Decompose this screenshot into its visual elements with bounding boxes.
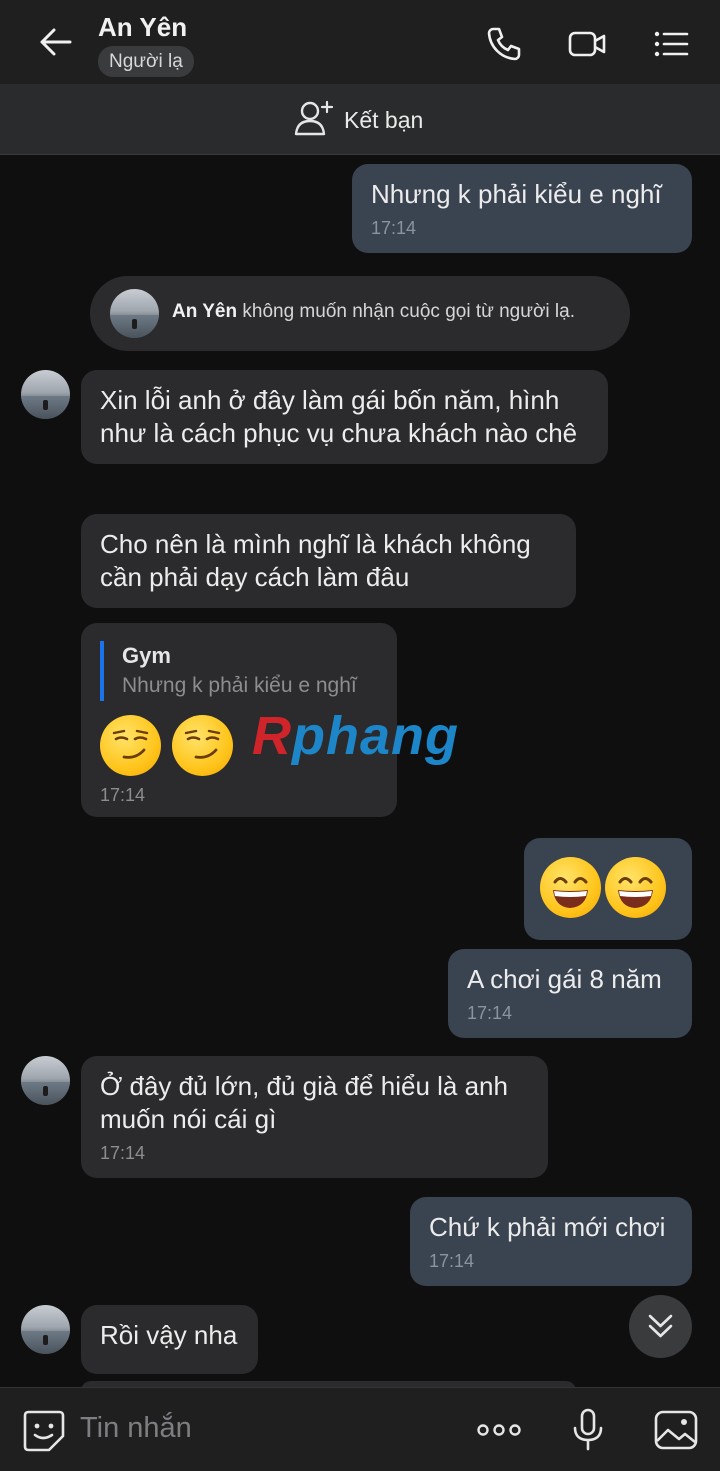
stranger-badge: Người lạ [98, 46, 194, 77]
message-bubble-incoming[interactable]: Cho nên là mình nghĩ là khách không cần … [81, 514, 576, 608]
message-composer: Tin nhắn [0, 1387, 720, 1471]
back-arrow-icon[interactable] [36, 24, 76, 60]
message-bubble-outgoing[interactable]: A chơi gái 8 năm 17:14 [448, 949, 692, 1038]
system-notice: An Yên không muốn nhận cuộc gọi từ người… [90, 276, 630, 351]
phone-icon[interactable] [484, 24, 524, 64]
quoted-message[interactable]: Gym Nhưng k phải kiểu e nghĩ [100, 641, 378, 701]
message-text: Cho nên là mình nghĩ là khách không cần … [100, 529, 531, 592]
message-time: 17:14 [429, 1251, 475, 1271]
message-text: Ở đây đủ lớn, đủ già để hiểu là anh muốn… [100, 1071, 508, 1134]
smirk-emoji-icon [100, 715, 161, 776]
message-bubble-incoming[interactable]: Xin lỗi anh ở đây làm gái bốn năm, hình … [81, 370, 608, 464]
image-gallery-icon[interactable] [653, 1408, 699, 1452]
video-icon[interactable] [567, 24, 607, 64]
message-time: 17:14 [100, 1143, 146, 1163]
message-time: 17:14 [100, 785, 146, 805]
quoted-sender: Gym [122, 643, 171, 668]
message-text: A chơi gái 8 năm [467, 964, 662, 994]
avatar[interactable] [21, 1305, 70, 1354]
contact-name[interactable]: An Yên [98, 12, 187, 43]
message-bubble-incoming[interactable]: Ở đây đủ lớn, đủ già để hiểu là anh muốn… [81, 1056, 548, 1178]
double-chevron-down-icon [648, 1314, 673, 1338]
watermark-logo: Rphang [252, 706, 459, 766]
message-bubble-outgoing[interactable]: Chứ k phải mới chơi 17:14 [410, 1197, 692, 1286]
message-text: Xin lỗi anh ở đây làm gái bốn năm, hình … [100, 385, 578, 448]
avatar[interactable] [110, 289, 159, 338]
microphone-icon[interactable] [565, 1408, 611, 1452]
message-bubble-outgoing-emoji[interactable] [524, 838, 692, 940]
chat-header: An Yên Người lạ [0, 0, 720, 84]
system-notice-name: An Yên [172, 301, 238, 322]
message-time: 17:14 [371, 218, 417, 238]
avatar[interactable] [21, 370, 70, 419]
grin-emoji-icon [540, 857, 601, 918]
message-text: Rồi vậy nha [100, 1320, 238, 1350]
message-bubble-outgoing[interactable]: Nhưng k phải kiểu e nghĩ 17:14 [352, 164, 692, 253]
add-friend-bar[interactable]: Kết bạn [0, 84, 720, 155]
message-bubble-incoming[interactable]: Rồi vậy nha [81, 1305, 258, 1374]
message-input[interactable]: Tin nhắn [80, 1412, 192, 1445]
more-options-icon[interactable] [476, 1408, 522, 1452]
menu-list-icon[interactable] [651, 24, 691, 64]
system-notice-text: An Yên không muốn nhận cuộc gọi từ người… [172, 301, 575, 322]
scroll-to-bottom-button[interactable] [629, 1295, 692, 1358]
chat-screen: An Yên Người lạ Kết bạn Nhưng k phải kiể… [0, 0, 720, 1471]
message-text: Nhưng k phải kiểu e nghĩ [371, 179, 662, 209]
message-time: 17:14 [467, 1003, 513, 1023]
add-friend-label: Kết bạn [344, 107, 424, 133]
smirk-emoji-icon [172, 715, 234, 776]
avatar[interactable] [21, 1056, 70, 1105]
message-text: Chứ k phải mới chơi [429, 1212, 666, 1242]
grin-emoji-icon [605, 857, 666, 918]
sticker-emoji-icon[interactable] [21, 1408, 67, 1452]
quoted-text: Nhưng k phải kiểu e nghĩ [122, 674, 357, 697]
add-user-icon [294, 100, 334, 136]
